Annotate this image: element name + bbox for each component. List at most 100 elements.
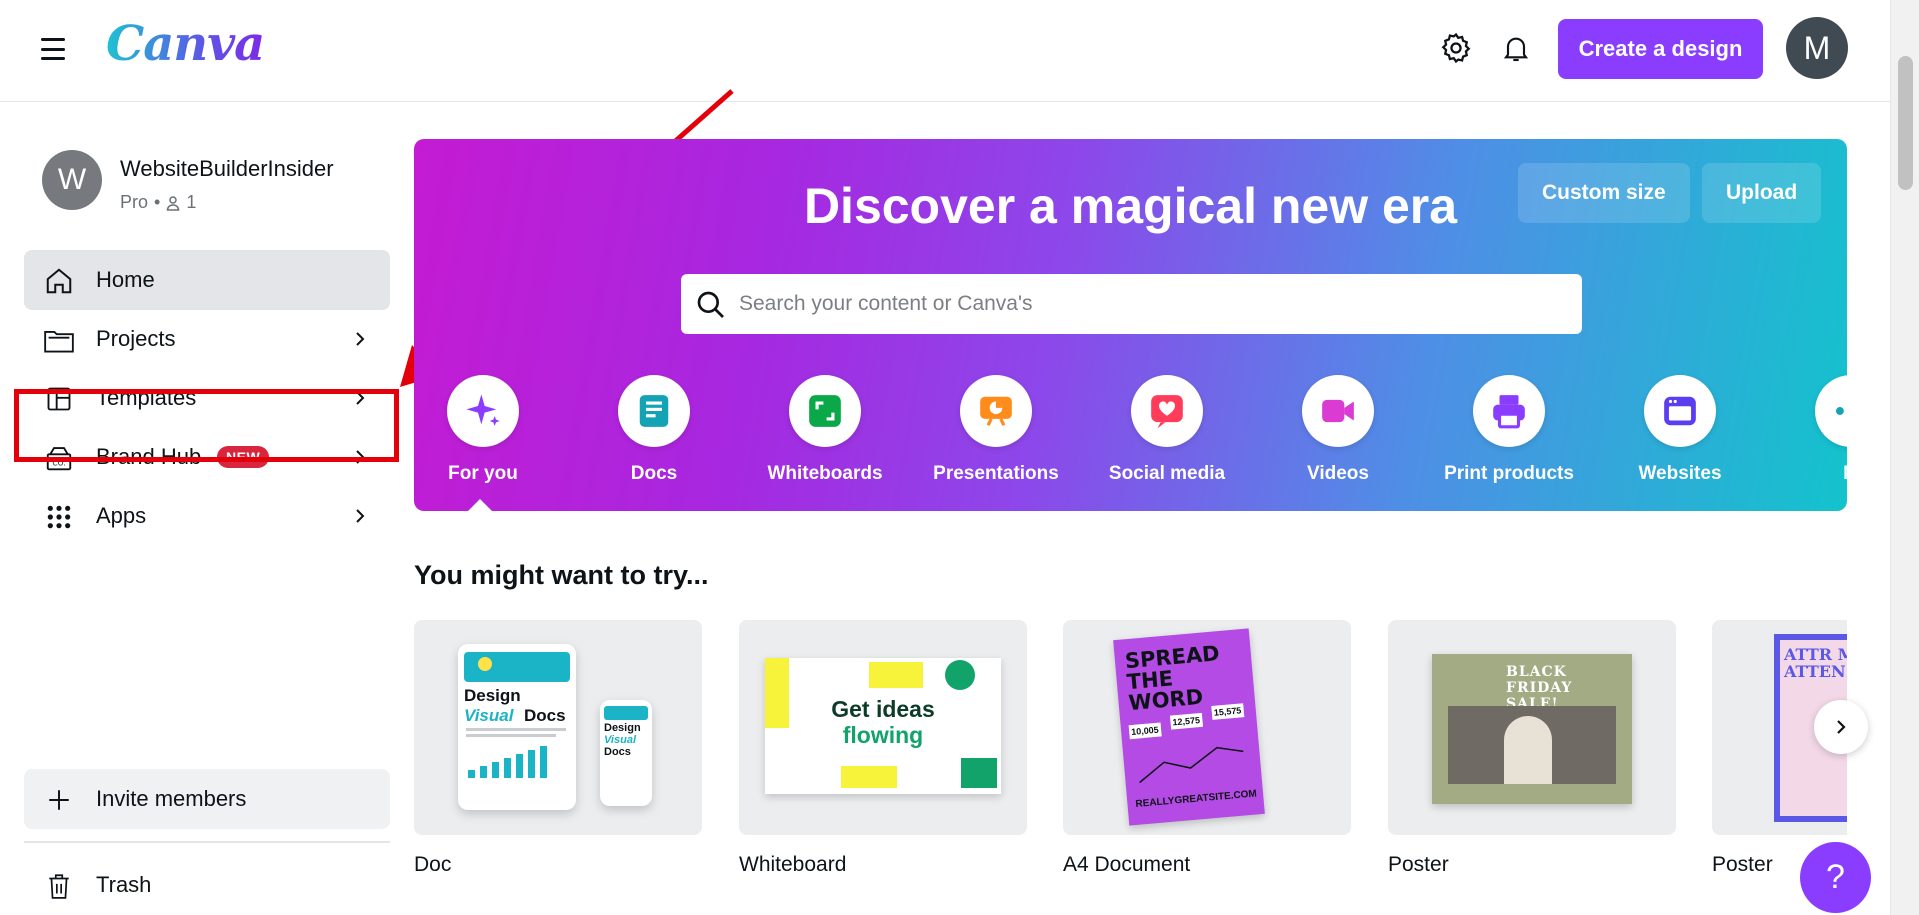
video-icon bbox=[1302, 375, 1374, 447]
chevron-right-icon bbox=[356, 509, 365, 523]
search-input[interactable] bbox=[739, 274, 1559, 334]
active-category-pointer bbox=[466, 499, 494, 511]
a4-art-number: 15,575 bbox=[1211, 703, 1244, 720]
card-poster[interactable]: BLACK FRIDAY SALE! Poster bbox=[1388, 620, 1676, 877]
sidebar-divider bbox=[24, 841, 390, 843]
team-avatar: W bbox=[42, 150, 102, 210]
poster-preview: BLACK FRIDAY SALE! bbox=[1432, 654, 1632, 804]
search-icon bbox=[697, 291, 724, 318]
category-label: Social media bbox=[1108, 463, 1226, 484]
chevron-right-icon bbox=[1837, 720, 1846, 734]
card-thumbnail: BLACK FRIDAY SALE! bbox=[1388, 620, 1676, 835]
category-print-products[interactable]: Print products bbox=[1429, 375, 1589, 485]
card-doc[interactable]: Design Visual Docs Design Visual Docs Do… bbox=[414, 620, 702, 877]
page-scrollbar[interactable] bbox=[1890, 0, 1919, 915]
team-meta-separator: • bbox=[154, 192, 161, 212]
upload-button[interactable]: Upload bbox=[1702, 163, 1822, 223]
apps-grid-icon bbox=[44, 502, 74, 532]
card-label: Doc bbox=[414, 853, 452, 876]
category-label: Websites bbox=[1638, 463, 1722, 484]
team-name: WebsiteBuilderInsider bbox=[120, 156, 334, 181]
doc-art-phone-title: Design bbox=[604, 722, 641, 734]
card-thumbnail: SPREAD THE WORD 10,005 12,575 15,575 REA… bbox=[1063, 620, 1351, 835]
team-plan: Pro bbox=[120, 192, 149, 212]
card-thumbnail: Design Visual Docs Design Visual Docs bbox=[414, 620, 702, 835]
invite-label: Invite members bbox=[96, 786, 247, 811]
sidebar-item-label: Apps bbox=[96, 503, 147, 528]
suggestion-carousel: Design Visual Docs Design Visual Docs Do… bbox=[414, 620, 1847, 915]
category-more[interactable]: M bbox=[1771, 375, 1847, 485]
printer-icon bbox=[1473, 375, 1545, 447]
create-design-button[interactable]: Create a design bbox=[1558, 19, 1763, 79]
hero-banner: Discover a magical new era Custom size U… bbox=[414, 139, 1847, 511]
custom-size-button[interactable]: Custom size bbox=[1518, 163, 1690, 223]
menu-icon[interactable] bbox=[38, 36, 68, 62]
notifications-icon[interactable] bbox=[1498, 30, 1534, 66]
doc-preview-large: Design Visual Docs bbox=[458, 644, 576, 810]
chevron-right-icon bbox=[356, 332, 365, 346]
scrollbar-thumb[interactable] bbox=[1898, 56, 1913, 190]
a4-preview: SPREAD THE WORD 10,005 12,575 15,575 REA… bbox=[1113, 628, 1265, 826]
website-icon bbox=[1644, 375, 1716, 447]
sparkle-icon bbox=[447, 375, 519, 447]
search-bar[interactable] bbox=[681, 274, 1582, 334]
category-videos[interactable]: Videos bbox=[1258, 375, 1418, 485]
sidebar-item-label: Projects bbox=[96, 326, 176, 351]
account-avatar[interactable]: M bbox=[1786, 17, 1848, 79]
sidebar: W WebsiteBuilderInsider Pro • 1 Home Pro… bbox=[0, 103, 400, 915]
card-a4-document[interactable]: SPREAD THE WORD 10,005 12,575 15,575 REA… bbox=[1063, 620, 1351, 877]
more-icon bbox=[1815, 375, 1847, 447]
poster-art-title: BLACK FRIDAY SALE! bbox=[1506, 664, 1573, 712]
sidebar-item-projects[interactable]: Projects bbox=[24, 309, 390, 369]
home-icon bbox=[44, 266, 74, 296]
category-social-media[interactable]: Social media bbox=[1087, 375, 1247, 485]
category-label: For you bbox=[448, 463, 518, 484]
category-label: Print products bbox=[1444, 463, 1574, 484]
heart-icon bbox=[1131, 375, 1203, 447]
sidebar-item-trash[interactable]: Trash bbox=[24, 855, 390, 915]
doc-art-phone-title-3: Docs bbox=[604, 746, 631, 758]
category-row: For you Docs Whiteboards Presentations S… bbox=[414, 375, 1847, 511]
doc-preview-phone: Design Visual Docs bbox=[600, 700, 652, 806]
doc-art-title-3: Docs bbox=[524, 706, 566, 725]
sidebar-item-apps[interactable]: Apps bbox=[24, 486, 390, 546]
a4-art-footer: REALLYGREATSITE.COM bbox=[1135, 788, 1258, 810]
team-switcher[interactable]: W WebsiteBuilderInsider Pro • 1 bbox=[42, 150, 334, 212]
doc-art-title: Design bbox=[464, 686, 521, 705]
category-docs[interactable]: Docs bbox=[574, 375, 734, 485]
card-label: Whiteboard bbox=[739, 853, 847, 876]
settings-icon[interactable] bbox=[1438, 30, 1474, 66]
presentation-icon bbox=[960, 375, 1032, 447]
annotation-highlight-box bbox=[14, 389, 399, 462]
category-label: Videos bbox=[1307, 463, 1369, 484]
doc-art-phone-title-2: Visual bbox=[604, 734, 636, 746]
docs-icon bbox=[618, 375, 690, 447]
category-label: Whiteboards bbox=[767, 463, 883, 484]
poster-2-art-title: ATTR MO ATTEN bbox=[1784, 645, 1847, 681]
sidebar-item-home[interactable]: Home bbox=[24, 250, 390, 310]
sidebar-item-label: Home bbox=[96, 267, 155, 292]
category-presentations[interactable]: Presentations bbox=[916, 375, 1076, 485]
card-whiteboard[interactable]: Get ideas flowing Whiteboard bbox=[739, 620, 1027, 877]
category-label: Docs bbox=[630, 463, 678, 484]
whiteboard-preview: Get ideas flowing bbox=[765, 658, 1001, 794]
carousel-next-button[interactable] bbox=[1814, 700, 1868, 754]
whiteboard-art-text-2: flowing bbox=[842, 722, 924, 748]
category-websites[interactable]: Websites bbox=[1600, 375, 1760, 485]
invite-members-button[interactable]: Invite members bbox=[24, 769, 390, 829]
whiteboard-icon bbox=[789, 375, 861, 447]
top-bar: Canva Create a design M bbox=[0, 0, 1890, 102]
folder-icon bbox=[44, 325, 74, 355]
help-button[interactable]: ? bbox=[1800, 842, 1871, 913]
category-for-you[interactable]: For you bbox=[414, 375, 563, 511]
a4-art-number: 10,005 bbox=[1128, 722, 1162, 740]
plus-icon bbox=[44, 785, 74, 815]
card-thumbnail: Get ideas flowing bbox=[739, 620, 1027, 835]
canva-logo[interactable]: Canva bbox=[106, 16, 265, 72]
section-title: You might want to try... bbox=[414, 560, 709, 590]
category-whiteboards[interactable]: Whiteboards bbox=[745, 375, 905, 485]
card-label: Poster bbox=[1388, 853, 1449, 876]
members-icon bbox=[167, 195, 180, 211]
category-label: Presentations bbox=[933, 463, 1059, 484]
trash-icon bbox=[44, 871, 74, 901]
